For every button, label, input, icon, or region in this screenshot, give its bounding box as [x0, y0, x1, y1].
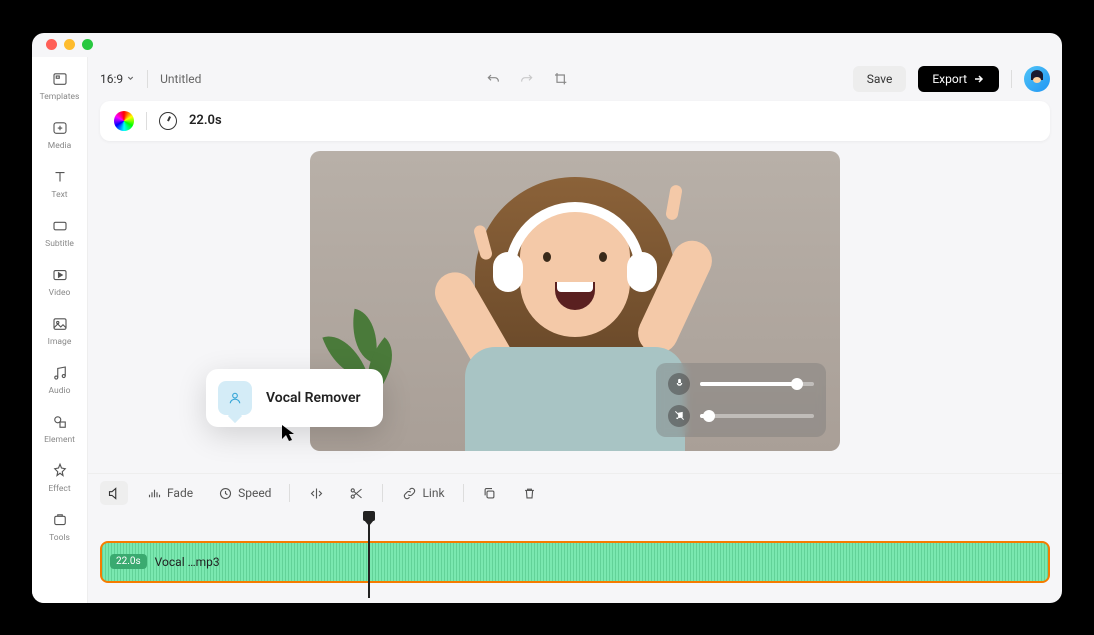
copy-tool[interactable] [476, 481, 504, 505]
maximize-window-icon[interactable] [82, 39, 93, 50]
divider [1011, 70, 1012, 88]
speed-tool[interactable]: Speed [211, 481, 277, 505]
infobar: 22.0s [100, 101, 1050, 141]
sidebar-item-video[interactable]: Video [32, 261, 87, 302]
tools-icon [50, 510, 70, 530]
clock-icon [159, 112, 177, 130]
aspect-ratio-label: 16:9 [100, 72, 123, 86]
element-icon [50, 412, 70, 432]
sidebar-item-label: Templates [40, 92, 80, 102]
undo-button[interactable] [483, 69, 503, 89]
vocal-remover-tooltip[interactable]: Vocal Remover [206, 369, 383, 427]
playhead[interactable] [368, 513, 370, 598]
sidebar-item-label: Image [48, 337, 72, 347]
copy-icon [482, 485, 498, 501]
volume-tool[interactable] [100, 481, 128, 505]
tool-label: Link [422, 486, 444, 500]
person-icon [218, 381, 252, 415]
volume-icon [106, 485, 122, 501]
cut-tool[interactable] [342, 481, 370, 505]
media-icon [50, 118, 70, 138]
flip-tool[interactable] [302, 481, 330, 505]
sidebar-item-element[interactable]: Element [32, 408, 87, 449]
music-mute-icon [668, 405, 690, 427]
fade-tool[interactable]: Fade [140, 481, 199, 505]
mic-icon [668, 373, 690, 395]
titlebar [32, 33, 1062, 57]
topbar: 16:9 Untitled Save Export [88, 57, 1062, 101]
divider [289, 484, 290, 502]
arrow-right-icon [973, 73, 985, 85]
flip-icon [308, 485, 324, 501]
volume-panel [656, 363, 826, 437]
text-icon [50, 167, 70, 187]
effect-icon [50, 461, 70, 481]
sidebar-item-effect[interactable]: Effect [32, 457, 87, 498]
waveform [102, 543, 1048, 581]
clip-duration-badge: 22.0s [110, 554, 147, 569]
tool-label: Speed [238, 486, 271, 500]
sidebar-item-label: Video [49, 288, 71, 298]
audio-clip[interactable]: 22.0s Vocal …mp3 [100, 541, 1050, 583]
sidebar-item-label: Audio [49, 386, 71, 396]
link-icon [401, 485, 417, 501]
minimize-window-icon[interactable] [64, 39, 75, 50]
sidebar: Templates Media Text Subtitle Video Imag… [32, 57, 88, 603]
app-window: Templates Media Text Subtitle Video Imag… [32, 33, 1062, 603]
close-window-icon[interactable] [46, 39, 57, 50]
tooltip-label: Vocal Remover [266, 390, 361, 406]
divider [382, 484, 383, 502]
speed-icon [217, 485, 233, 501]
sidebar-item-subtitle[interactable]: Subtitle [32, 212, 87, 253]
sidebar-item-templates[interactable]: Templates [32, 65, 87, 106]
canvas-area: Vocal Remover [88, 141, 1062, 473]
user-avatar[interactable] [1024, 66, 1050, 92]
cursor-icon [280, 423, 298, 443]
mic-volume-slider[interactable] [700, 382, 814, 386]
sidebar-item-audio[interactable]: Audio [32, 359, 87, 400]
delete-tool[interactable] [516, 481, 544, 505]
link-tool[interactable]: Link [395, 481, 450, 505]
duration-value: 22.0s [189, 113, 222, 128]
clip-filename: Vocal …mp3 [155, 555, 220, 569]
trash-icon [522, 485, 538, 501]
color-picker-icon[interactable] [114, 111, 134, 131]
sidebar-item-label: Media [48, 141, 71, 151]
sidebar-item-label: Element [44, 435, 75, 445]
image-icon [50, 314, 70, 334]
sidebar-item-label: Subtitle [45, 239, 74, 249]
video-preview[interactable] [310, 151, 840, 451]
fade-icon [146, 485, 162, 501]
templates-icon [50, 69, 70, 89]
audio-icon [50, 363, 70, 383]
project-title[interactable]: Untitled [160, 72, 201, 86]
save-button[interactable]: Save [853, 66, 907, 92]
aspect-ratio-selector[interactable]: 16:9 [100, 72, 135, 86]
sidebar-item-label: Effect [48, 484, 70, 494]
sidebar-item-label: Text [51, 190, 67, 200]
scissors-icon [348, 485, 364, 501]
export-label: Export [932, 72, 967, 86]
video-icon [50, 265, 70, 285]
divider [463, 484, 464, 502]
sidebar-item-text[interactable]: Text [32, 163, 87, 204]
tool-label: Fade [167, 486, 193, 500]
divider [147, 70, 148, 88]
export-button[interactable]: Export [918, 66, 999, 92]
music-volume-slider[interactable] [700, 414, 814, 418]
redo-button[interactable] [517, 69, 537, 89]
sidebar-item-media[interactable]: Media [32, 114, 87, 155]
sidebar-item-tools[interactable]: Tools [32, 506, 87, 547]
chevron-down-icon [126, 74, 135, 83]
clip-toolbar: Fade Speed Link [88, 473, 1062, 513]
sidebar-item-label: Tools [49, 533, 70, 543]
sidebar-item-image[interactable]: Image [32, 310, 87, 351]
crop-button[interactable] [551, 69, 571, 89]
timeline[interactable]: 22.0s Vocal …mp3 [88, 513, 1062, 603]
subtitle-icon [50, 216, 70, 236]
divider [146, 112, 147, 130]
